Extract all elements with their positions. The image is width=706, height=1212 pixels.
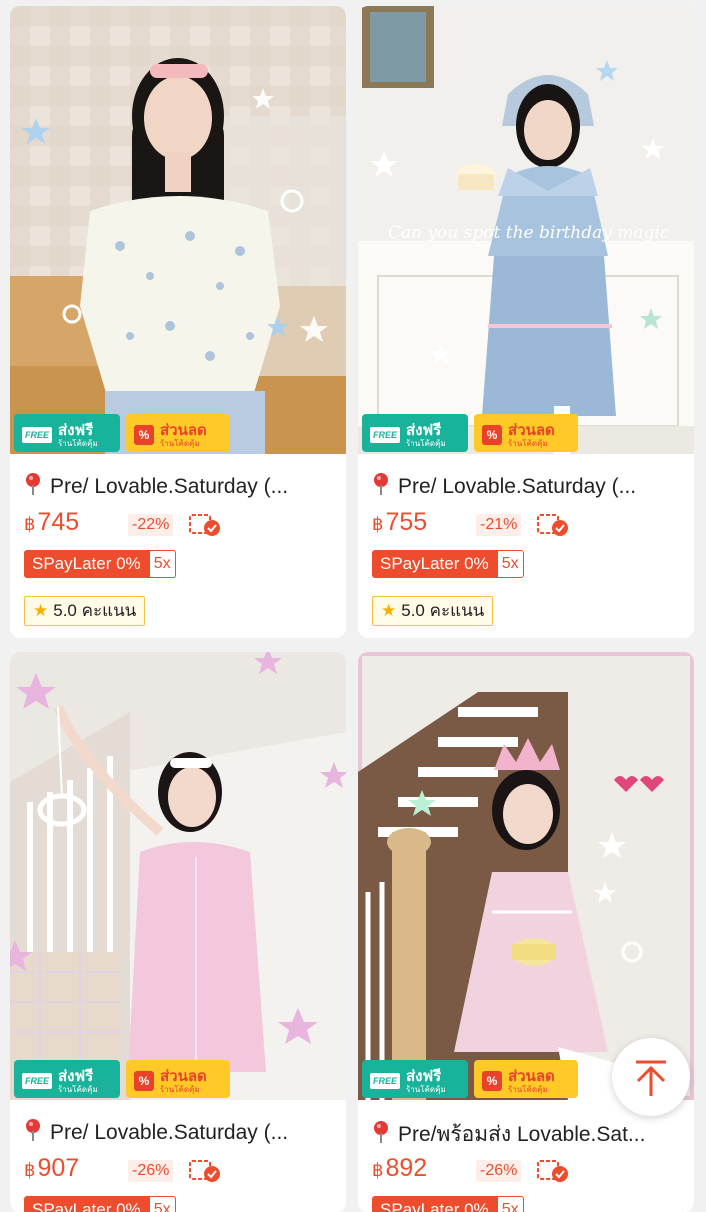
shop-discount-badge: % ส่วนลด ร้านโค้ดคุ้ม [474, 414, 578, 452]
discount-badge: -26% [476, 1160, 522, 1182]
location-pin-icon [26, 473, 40, 495]
discount-badge: -21% [476, 514, 522, 536]
paylater-label: SPayLater 0% [372, 550, 497, 578]
paylater-badge: SPayLater 0% 5x [372, 550, 524, 578]
paylater-label: SPayLater 0% [24, 1196, 149, 1212]
percent-icon: % [482, 1071, 502, 1091]
price: ฿907 [24, 1154, 79, 1183]
discount-badge: -22% [128, 514, 174, 536]
shop-discount-badge: % ส่วนลด ร้านโค้ดคุ้ม [474, 1060, 578, 1098]
location-pin-icon [374, 1121, 388, 1143]
free-shipping-badge: FREE ส่งฟรี ร้านโค้ดคุ้ม [362, 1060, 468, 1098]
rating-badge: ★ 5.0 คะแนน [24, 596, 146, 626]
free-shipping-badge: FREE ส่งฟรี ร้านโค้ดคุ้ม [14, 1060, 120, 1098]
paylater-installments: 5x [496, 550, 524, 578]
product-card[interactable]: FREE ส่งฟรี ร้านโค้ดคุ้ม % ส่วนลด ร้านโค… [10, 652, 346, 1212]
currency-symbol: ฿ [372, 1160, 384, 1180]
price-value: 892 [385, 1154, 428, 1182]
free-shipping-badge: FREE ส่งฟรี ร้านโค้ดคุ้ม [14, 414, 120, 452]
product-grid: FREE ส่งฟรี ร้านโค้ดคุ้ม % ส่วนลด ร้านโค… [0, 0, 706, 1212]
product-title-text: Pre/ Lovable.Saturday (... [398, 475, 637, 498]
arrow-up-icon [636, 1060, 666, 1096]
free-shipping-sublabel: ร้านโค้ดคุ้ม [406, 439, 446, 448]
price: ฿892 [372, 1154, 427, 1183]
rating-value: 5.0 คะแนน [53, 601, 137, 620]
price-value: 907 [37, 1154, 80, 1182]
product-title[interactable]: Pre/ Lovable.Saturday (... [24, 472, 336, 500]
product-card[interactable]: FREE ส่งฟรี ร้านโค้ดคุ้ม % ส่วนลด ร้านโค… [358, 652, 694, 1212]
discount-sublabel: ร้านโค้ดคุ้ม [160, 439, 200, 448]
product-title-text: Pre/ Lovable.Saturday (... [50, 475, 289, 498]
percent-icon: % [482, 425, 502, 445]
promo-badges: FREE ส่งฟรี ร้านโค้ดคุ้ม % ส่วนลด ร้านโค… [10, 1052, 346, 1100]
voucher-check-icon [189, 1160, 220, 1182]
paylater-installments: 5x [148, 550, 176, 578]
product-image[interactable] [10, 6, 346, 454]
voucher-check-icon [537, 514, 568, 536]
product-image[interactable]: Can you spot the birthday magic [358, 6, 694, 454]
product-title[interactable]: Pre/ Lovable.Saturday (... [24, 1118, 336, 1146]
product-image[interactable] [358, 652, 694, 1100]
rating-badge: ★ 5.0 คะแนน [372, 596, 494, 626]
paylater-badge: SPayLater 0% 5x [24, 1196, 176, 1212]
price: ฿745 [24, 508, 79, 537]
currency-symbol: ฿ [24, 1160, 36, 1180]
free-tag: FREE [22, 1073, 52, 1089]
photo-caption: Can you spot the birthday magic [388, 223, 670, 243]
currency-symbol: ฿ [372, 514, 384, 534]
paylater-label: SPayLater 0% [372, 1196, 497, 1212]
percent-icon: % [134, 425, 154, 445]
promo-badges: FREE ส่งฟรี ร้านโค้ดคุ้ม % ส่วนลด ร้านโค… [358, 406, 694, 454]
product-image[interactable] [10, 652, 346, 1100]
product-title-text: Pre/พร้อมส่ง Lovable.Sat... [398, 1123, 646, 1146]
free-shipping-sublabel: ร้านโค้ดคุ้ม [406, 1085, 446, 1094]
price: ฿755 [372, 508, 427, 537]
paylater-badge: SPayLater 0% 5x [372, 1196, 524, 1212]
star-icon: ★ [33, 601, 49, 620]
paylater-installments: 5x [496, 1196, 524, 1212]
product-card[interactable]: FREE ส่งฟรี ร้านโค้ดคุ้ม % ส่วนลด ร้านโค… [10, 6, 346, 638]
product-title[interactable]: Pre/พร้อมส่ง Lovable.Sat... [372, 1118, 684, 1146]
price-row: ฿755 -21% [372, 508, 688, 540]
percent-icon: % [134, 1071, 154, 1091]
rating-value: 5.0 คะแนน [401, 601, 485, 620]
discount-sublabel: ร้านโค้ดคุ้ม [508, 1085, 548, 1094]
price-row: ฿892 -26% [372, 1154, 688, 1186]
shop-discount-badge: % ส่วนลด ร้านโค้ดคุ้ม [126, 1060, 230, 1098]
promo-badges: FREE ส่งฟรี ร้านโค้ดคุ้ม % ส่วนลด ร้านโค… [10, 406, 346, 454]
price-row: ฿745 -22% [24, 508, 340, 540]
voucher-check-icon [537, 1160, 568, 1182]
location-pin-icon [374, 473, 388, 495]
product-card[interactable]: Can you spot the birthday magic FREE ส่ง… [358, 6, 694, 638]
free-shipping-badge: FREE ส่งฟรี ร้านโค้ดคุ้ม [362, 414, 468, 452]
free-tag: FREE [22, 427, 52, 443]
product-title[interactable]: Pre/ Lovable.Saturday (... [372, 472, 684, 500]
product-title-text: Pre/ Lovable.Saturday (... [50, 1121, 289, 1144]
paylater-label: SPayLater 0% [24, 550, 149, 578]
discount-badge: -26% [128, 1160, 174, 1182]
voucher-check-icon [189, 514, 220, 536]
free-tag: FREE [370, 427, 400, 443]
price-value: 745 [37, 508, 80, 536]
scroll-to-top-button[interactable] [612, 1038, 690, 1116]
discount-sublabel: ร้านโค้ดคุ้ม [508, 439, 548, 448]
free-shipping-sublabel: ร้านโค้ดคุ้ม [58, 439, 98, 448]
paylater-installments: 5x [148, 1196, 176, 1212]
free-shipping-sublabel: ร้านโค้ดคุ้ม [58, 1085, 98, 1094]
paylater-badge: SPayLater 0% 5x [24, 550, 176, 578]
price-value: 755 [385, 508, 428, 536]
free-tag: FREE [370, 1073, 400, 1089]
discount-sublabel: ร้านโค้ดคุ้ม [160, 1085, 200, 1094]
price-row: ฿907 -26% [24, 1154, 340, 1186]
star-icon: ★ [381, 601, 397, 620]
location-pin-icon [26, 1119, 40, 1141]
currency-symbol: ฿ [24, 514, 36, 534]
shop-discount-badge: % ส่วนลด ร้านโค้ดคุ้ม [126, 414, 230, 452]
